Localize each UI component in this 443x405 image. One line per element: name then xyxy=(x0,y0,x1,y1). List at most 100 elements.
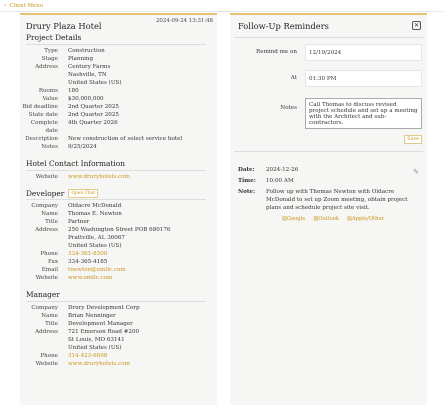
follow-up-panel: Follow-Up Reminders ✕ Remind me on 12/19… xyxy=(230,13,427,405)
remind-label: Remind me on xyxy=(256,49,297,55)
notes-label: Notes xyxy=(280,105,297,111)
entry-note-row: Note: Follow up with Thomas Newton with O… xyxy=(238,188,427,212)
detail-row: Phone 334-361-8500 xyxy=(20,250,217,258)
apple-label: Apple/Other xyxy=(351,216,384,222)
close-icon[interactable]: ✕ xyxy=(412,21,421,30)
detail-row: Name Thomas E. Newton xyxy=(20,210,217,218)
detail-row: Notes 9/25/2024 xyxy=(20,143,217,151)
open-chat-button[interactable]: Open Chat xyxy=(68,189,99,198)
manager-list: Company Drury Development Corp Name Brian … xyxy=(20,304,217,368)
remind-date-input[interactable]: 12/19/2024 xyxy=(305,44,422,61)
pencil-edit-icon[interactable]: ✎ xyxy=(413,168,419,176)
detail-key: Type xyxy=(44,48,58,54)
detail-row: Complete date 4th Quarter 2026 xyxy=(20,119,217,135)
detail-key: Title xyxy=(45,321,58,327)
detail-value: Planning xyxy=(68,56,94,62)
time-key: Time: xyxy=(238,178,256,184)
developer-list: Company Oldacre McDonald Name Thomas E. Ne… xyxy=(20,202,217,282)
detail-value: Drury Development Corp xyxy=(68,305,140,311)
divider xyxy=(26,199,206,200)
google-calendar-link[interactable]: ▤Google xyxy=(282,216,305,222)
project-panel: Drury Plaza Hotel 2024-09-24 13:31:48 Pr… xyxy=(20,13,217,405)
detail-row: Website www.omllc.com xyxy=(20,274,217,282)
project-header: Drury Plaza Hotel 2024-09-24 13:31:48 xyxy=(20,15,217,33)
client-menu-link[interactable]: Client Menu xyxy=(9,3,43,9)
timestamp: 2024-09-24 13:31:48 xyxy=(155,18,213,24)
reminder-form: Remind me on 12/19/2024 At 01:30 PM Note… xyxy=(230,38,427,156)
detail-row: Phone 314-423-6698 xyxy=(20,352,217,360)
save-button[interactable]: Save xyxy=(404,135,422,144)
note-key: Note: xyxy=(238,189,256,195)
follow-up-header: Follow-Up Reminders ✕ xyxy=(230,15,427,37)
developer-phone-link[interactable]: 334-361-8500 xyxy=(68,250,107,258)
manager-phone-link[interactable]: 314-423-6698 xyxy=(68,352,107,360)
apple-calendar-link[interactable]: ▤Apple/Other xyxy=(347,216,384,222)
hotel-website-link[interactable]: www.druryhotels.com xyxy=(68,173,130,181)
at-label: At xyxy=(290,75,297,81)
note-value: Follow up with Thomas Newton with Oldacr… xyxy=(266,189,408,211)
detail-row: Name Brian Nenninger xyxy=(20,312,217,320)
outlook-label: Outlook xyxy=(318,216,339,222)
detail-key: Phone xyxy=(40,251,58,257)
detail-value: $30,000,000 xyxy=(68,96,104,102)
detail-key: Website xyxy=(35,174,58,180)
manager-heading: Manager xyxy=(26,290,206,302)
detail-key: Name xyxy=(41,313,58,319)
follow-up-title: Follow-Up Reminders xyxy=(238,21,329,31)
project-title: Drury Plaza Hotel xyxy=(26,21,102,31)
detail-key: Email xyxy=(41,267,58,273)
detail-row: Company Oldacre McDonald xyxy=(20,202,217,210)
detail-value: Oldacre McDonald xyxy=(68,203,122,209)
detail-value: Thomas E. Newton xyxy=(68,211,122,217)
detail-key: Name xyxy=(41,211,58,217)
manager-website-link[interactable]: www.druryhotels.com xyxy=(68,360,130,368)
detail-key: Notes xyxy=(41,144,58,150)
detail-row: Rooms 180 xyxy=(20,87,217,95)
detail-value: Brian Nenninger xyxy=(68,313,116,319)
detail-row: Fax 334-365-4185 xyxy=(20,258,217,266)
entry-time-row: Time: 10:00 AM xyxy=(238,177,427,185)
notes-textarea[interactable]: Call Thomas to discuss revised project s… xyxy=(305,98,422,129)
top-bar: ‹ Client Menu xyxy=(0,0,443,12)
detail-row: Value $30,000,000 xyxy=(20,95,217,103)
time-input[interactable]: 01:30 PM xyxy=(305,70,422,87)
detail-row: Stage Planning xyxy=(20,55,217,63)
detail-key: Company xyxy=(31,305,58,311)
time-value: 10:00 AM xyxy=(266,178,294,184)
developer-heading: Developer xyxy=(26,189,65,198)
detail-key: Website xyxy=(35,361,58,367)
detail-key: Website xyxy=(35,275,58,281)
date-value: 2024-12-26 xyxy=(266,167,299,173)
detail-key: Title xyxy=(45,219,58,225)
detail-key: Value xyxy=(42,96,58,102)
detail-key: Stage xyxy=(41,56,58,62)
project-details-heading: Project Details xyxy=(26,33,206,45)
detail-value: Construction xyxy=(68,48,105,54)
chevron-left-icon: ‹ xyxy=(4,2,7,9)
hotel-contact-list: Website www.druryhotels.com xyxy=(20,173,217,181)
detail-row: Type Construction xyxy=(20,47,217,55)
calendar-links: ▤Google ▤Outlook ▤Apple/Other xyxy=(282,216,427,222)
detail-value: Partner xyxy=(68,219,90,225)
developer-heading-row: Developer Open Chat xyxy=(26,189,217,198)
detail-key: Complete date xyxy=(30,120,58,134)
detail-key: Address xyxy=(35,329,58,335)
detail-value: 721 Emerson Road #200 St Louis, MO 63141… xyxy=(68,329,140,351)
detail-value: 4th Quarter 2026 xyxy=(68,120,118,126)
detail-row: Website www.druryhotels.com xyxy=(20,360,217,368)
reminder-entry: ✎ Date: 2024-12-26 Time: 10:00 AM Note: Fol… xyxy=(230,166,427,222)
detail-key: Company xyxy=(31,203,58,209)
developer-website-link[interactable]: www.omllc.com xyxy=(68,274,112,282)
detail-value: Century Farms Nashville, TN United State… xyxy=(68,64,122,86)
developer-email-link[interactable]: tnewton@omllc.com xyxy=(68,266,126,274)
detail-key: Bid deadline xyxy=(22,104,58,110)
detail-value: Development Manager xyxy=(68,321,133,327)
detail-value: New construction of select service hotel xyxy=(68,136,183,142)
project-details-list: Type Construction Stage Planning Address Ce… xyxy=(20,47,217,151)
detail-row: Description New construction of select se… xyxy=(20,135,217,143)
detail-key: Rooms xyxy=(38,88,58,94)
divider xyxy=(234,151,423,152)
detail-value: 334-365-4185 xyxy=(68,259,108,265)
outlook-calendar-link[interactable]: ▤Outlook xyxy=(313,216,339,222)
detail-value: 180 xyxy=(68,88,79,94)
